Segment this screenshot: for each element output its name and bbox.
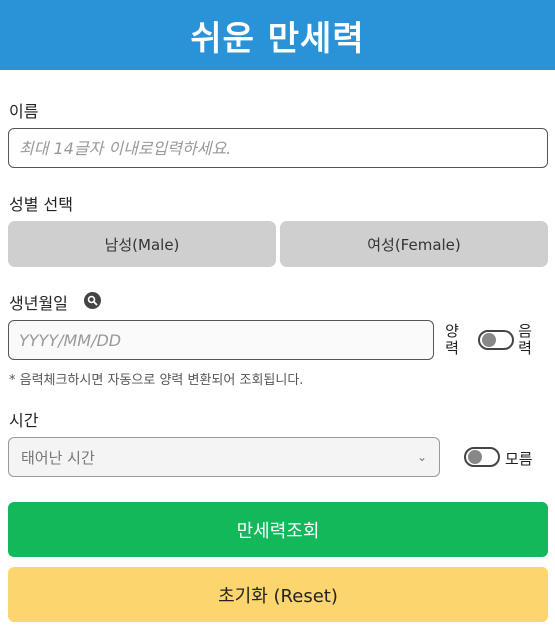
toggle-knob [482,333,496,347]
solar-label: 양 력 [445,322,459,357]
chevron-down-icon: ⌄ [416,450,427,464]
birth-date-input[interactable] [8,320,434,360]
lunar-label: 음 력 [518,322,532,357]
male-button[interactable]: 남성(Male) [8,221,276,267]
gender-label: 성별 선택 [9,195,73,214]
birth-label: 생년월일 [9,294,68,313]
search-button[interactable]: 만세력조회 [8,502,548,557]
lunar-toggle[interactable] [478,330,514,350]
name-label: 이름 [9,102,39,121]
page-title: 쉬운 만세력 [190,18,365,59]
name-input[interactable] [8,128,548,168]
birth-time-select[interactable]: 태어난 시간 ⌄ [8,437,440,477]
unknown-time-label: 모름 [505,450,533,468]
toggle-knob [468,450,482,464]
time-label: 시간 [9,411,39,430]
lunar-note: * 음력체크하시면 자동으로 양력 변환되어 조회됩니다. [9,373,304,388]
app-header: 쉬운 만세력 [0,0,555,70]
unknown-time-toggle[interactable] [464,447,500,467]
search-help-icon[interactable] [84,292,101,309]
female-button[interactable]: 여성(Female) [280,221,548,267]
time-select-value: 태어난 시간 [21,448,95,467]
reset-button[interactable]: 초기화 (Reset) [8,567,548,622]
